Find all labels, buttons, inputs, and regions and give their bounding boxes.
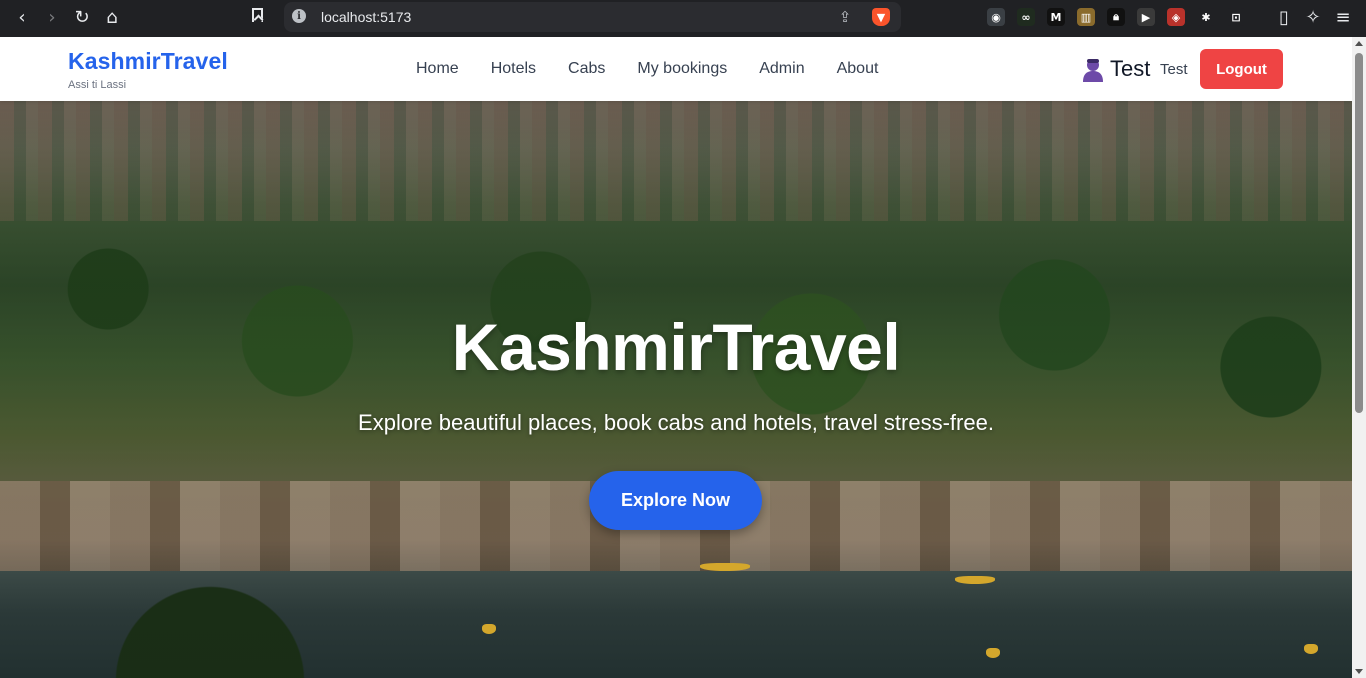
- url-text[interactable]: localhost:5173: [321, 9, 411, 25]
- reload-icon[interactable]: ↻: [70, 6, 94, 30]
- nav-link-about[interactable]: About: [837, 60, 879, 78]
- scroll-down-arrow[interactable]: [1355, 669, 1363, 674]
- explore-now-button[interactable]: Explore Now: [589, 471, 762, 530]
- media-extension-icon[interactable]: ▶: [1137, 8, 1155, 26]
- nav-link-my-bookings[interactable]: My bookings: [637, 60, 727, 78]
- browser-toolbar: ‹ › ↻ ⌂ i localhost:5173 ⇪ ▼ ◉ ∞ M ▥ 🔒︎ ▶ ◈ ✱ ⊡ …: [0, 0, 1366, 37]
- brand-tagline: Assi ti Lassi: [68, 79, 127, 91]
- brave-shield-icon[interactable]: ▼: [872, 8, 890, 26]
- user-name-label: Test: [1160, 61, 1188, 78]
- hero-title: KashmirTravel: [451, 310, 901, 384]
- nav-link-cabs[interactable]: Cabs: [568, 60, 605, 78]
- puzzle-extension-icon[interactable]: ✱: [1197, 8, 1215, 26]
- medium-extension-icon[interactable]: M: [1047, 8, 1065, 26]
- colors-extension-icon[interactable]: ▥: [1077, 8, 1095, 26]
- address-bar[interactable]: i localhost:5173 ⇪ ▼: [284, 2, 901, 32]
- logout-button[interactable]: Logout: [1200, 49, 1283, 89]
- hero-subtitle: Explore beautiful places, book cabs and …: [358, 410, 994, 435]
- shield-extension-icon[interactable]: ◈: [1167, 8, 1185, 26]
- scroll-up-arrow[interactable]: [1355, 41, 1363, 46]
- user-icon: [1083, 59, 1103, 82]
- lock-extension-icon[interactable]: 🔒︎: [1107, 8, 1125, 26]
- home-icon[interactable]: ⌂: [100, 6, 124, 30]
- nav-link-admin[interactable]: Admin: [759, 60, 804, 78]
- nav-link-hotels[interactable]: Hotels: [491, 60, 536, 78]
- web-page: KashmirTravel Assi ti Lassi Home Hotels …: [0, 37, 1352, 678]
- sidebar-icon[interactable]: ▯: [1272, 6, 1296, 30]
- infinity-extension-icon[interactable]: ∞: [1017, 8, 1035, 26]
- main-nav: Home Hotels Cabs My bookings Admin About: [416, 60, 878, 78]
- bookmark-icon[interactable]: [252, 8, 263, 22]
- menu-icon[interactable]: ≡: [1331, 6, 1355, 30]
- glasses-extension-icon[interactable]: ◉: [987, 8, 1005, 26]
- brand-logo[interactable]: KashmirTravel: [68, 48, 228, 75]
- scrollbar-thumb[interactable]: [1355, 53, 1363, 413]
- screenshot-extension-icon[interactable]: ⊡: [1227, 8, 1245, 26]
- hero-content: KashmirTravel Explore beautiful places, …: [0, 101, 1352, 678]
- chevron-left-icon[interactable]: ‹: [10, 6, 34, 30]
- site-navbar: KashmirTravel Assi ti Lassi Home Hotels …: [0, 37, 1352, 101]
- sparkle-icon[interactable]: ✧: [1301, 6, 1325, 30]
- hero-section: KashmirTravel Explore beautiful places, …: [0, 101, 1352, 678]
- chevron-right-icon[interactable]: ›: [40, 6, 64, 30]
- page-scrollbar[interactable]: [1352, 37, 1366, 678]
- user-display-name: Test: [1110, 56, 1151, 81]
- share-icon[interactable]: ⇪: [835, 7, 855, 27]
- info-icon[interactable]: i: [292, 9, 306, 23]
- nav-link-home[interactable]: Home: [416, 60, 459, 78]
